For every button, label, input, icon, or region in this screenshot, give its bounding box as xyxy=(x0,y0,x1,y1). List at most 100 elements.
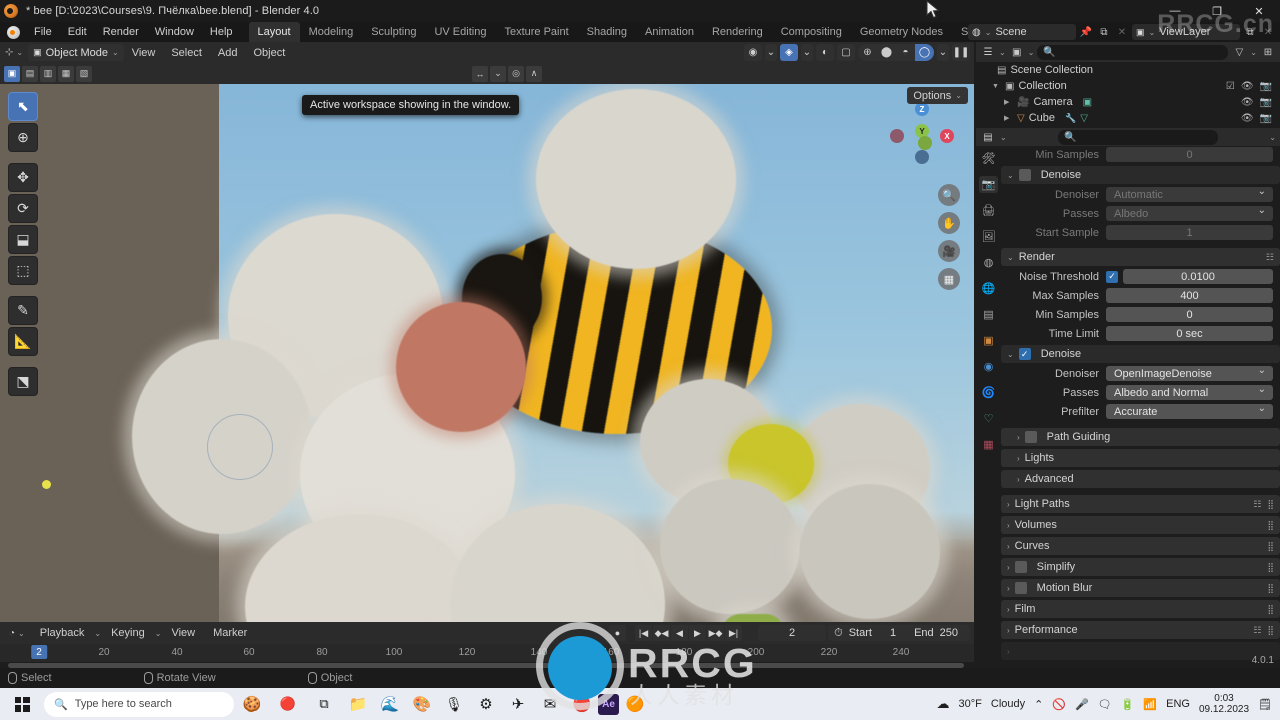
tab-physics-icon[interactable]: 🌀 xyxy=(979,384,998,401)
timeline-ruler[interactable]: 2 20 40 60 80 100 120 140 160 180 200 22… xyxy=(0,644,974,662)
viewport-menu-object[interactable]: Object xyxy=(246,43,294,63)
properties-editor-icon[interactable]: ▤ xyxy=(980,129,996,145)
settings-icon[interactable]: ⚙ xyxy=(470,688,502,720)
drag-dots-icon[interactable]: ⣿ xyxy=(1267,583,1274,594)
navigation-gizmo[interactable]: Z Y X xyxy=(888,102,956,170)
properties-search-input[interactable]: 🔍 xyxy=(1058,129,1218,145)
notification-center-icon[interactable]: 🗒 xyxy=(1258,698,1272,711)
scene-filter-icon[interactable]: ▣ xyxy=(1009,44,1025,60)
snap-magnet-icon[interactable]: ◎ xyxy=(508,65,524,82)
jump-to-end-button[interactable]: ▶| xyxy=(725,625,742,641)
tab-scene-icon[interactable]: ◍ xyxy=(979,254,998,271)
preset-list-icon[interactable]: ☷ xyxy=(1253,499,1261,510)
edge-icon[interactable]: 🌊 xyxy=(374,688,406,720)
zoom-icon[interactable]: 🔍 xyxy=(938,184,960,206)
viewport-menu-select[interactable]: Select xyxy=(163,43,210,63)
timeline-menu-view[interactable]: View xyxy=(163,623,203,643)
menu-edit[interactable]: Edit xyxy=(60,22,95,42)
render-panel-header[interactable]: ⌄ Render ☷ xyxy=(1001,248,1280,266)
drag-dots-icon[interactable]: ⣿ xyxy=(1267,562,1274,573)
min-samples-value[interactable]: 0 xyxy=(1106,147,1273,162)
panel-film[interactable]: › Film ⣿ xyxy=(1001,600,1280,618)
move-tool[interactable]: ✥ xyxy=(8,163,38,192)
preset-list-icon[interactable]: ☷ xyxy=(1266,252,1274,263)
chevron-right-icon[interactable]: › xyxy=(1017,454,1020,463)
select-mode-subtract[interactable]: ▥ xyxy=(40,65,56,82)
panel-advanced[interactable]: › Advanced xyxy=(1001,470,1280,488)
camera-render-icon[interactable]: 📷 xyxy=(1260,113,1272,124)
preset-list-icon[interactable]: ☷ xyxy=(1253,625,1261,636)
tab-view-layer-icon[interactable]: 🖼 xyxy=(979,228,998,245)
menu-help[interactable]: Help xyxy=(202,22,241,42)
filter-icon[interactable]: ▽ xyxy=(1231,44,1247,60)
viewport-render-region-icon[interactable]: ▢ xyxy=(837,44,855,61)
panel-path-guiding[interactable]: › Path Guiding xyxy=(1001,428,1280,446)
chevron-up-icon[interactable]: ⌃ xyxy=(1034,698,1043,711)
gizmo-axis-neg-x[interactable] xyxy=(890,129,904,143)
xray-toggle-icon[interactable]: ◐ xyxy=(816,44,834,61)
shading-rendered-icon[interactable]: ◯ xyxy=(915,44,934,61)
collection-checkbox[interactable]: ☑ xyxy=(1226,81,1235,92)
wifi-icon[interactable]: 📶 xyxy=(1143,698,1157,711)
chevron-down-icon[interactable]: ⌄ xyxy=(1007,253,1014,262)
taskbar-clock[interactable]: 0:03 09.12.2023 xyxy=(1199,693,1249,716)
chevron-right-icon[interactable]: › xyxy=(1007,563,1010,572)
show-gizmo-icon[interactable]: ◉ xyxy=(744,44,762,61)
panel-simplify[interactable]: › Simplify ⣿ xyxy=(1001,558,1280,576)
workspace-tab-animation[interactable]: Animation xyxy=(636,22,703,42)
eye-icon[interactable]: 👁 xyxy=(1241,113,1254,124)
transform-chevron-icon[interactable]: ⌄ xyxy=(490,65,506,82)
prefilter-dropdown[interactable]: Accurate xyxy=(1106,403,1273,419)
panel-volumes[interactable]: › Volumes ⣿ xyxy=(1001,516,1280,534)
panel-performance[interactable]: › Performance ☷ ⣿ xyxy=(1001,621,1280,639)
chevron-right-icon[interactable]: › xyxy=(1007,647,1010,656)
tab-world-icon[interactable]: 🌐 xyxy=(979,280,998,297)
panel-lights[interactable]: › Lights xyxy=(1001,449,1280,467)
path-guiding-checkbox[interactable] xyxy=(1024,431,1037,443)
outliner-row-cube[interactable]: ▶ ▽ Cube 🔧 ▽ 👁 📷 xyxy=(976,110,1280,126)
play-reverse-button[interactable]: ◀ xyxy=(671,625,688,641)
chevron-right-icon[interactable]: › xyxy=(1017,433,1020,442)
outliner-row-collection[interactable]: ▼ ▣ Collection ☑ 👁 📷 xyxy=(976,78,1280,94)
tab-object-icon[interactable]: ▣ xyxy=(979,332,998,349)
gizmo-axis-x[interactable]: X xyxy=(940,129,954,143)
menu-window[interactable]: Window xyxy=(147,22,202,42)
expander-icon[interactable]: ▼ xyxy=(992,83,1001,90)
timeline-menu-playback[interactable]: Playback xyxy=(32,623,93,643)
tab-modifier-icon[interactable]: ◉ xyxy=(979,358,998,375)
gizmo-axis-neg-z[interactable] xyxy=(915,150,929,164)
blender-taskbar-icon[interactable]: 🟠 xyxy=(619,688,651,720)
empty-circle-object[interactable] xyxy=(207,414,273,480)
gizmo-chevron-down-icon[interactable]: ⌄ xyxy=(765,44,777,61)
timeline-menu-keying[interactable]: Keying xyxy=(103,623,153,643)
eye-icon[interactable]: 👁 xyxy=(1241,81,1254,92)
denoiser-dropdown[interactable]: Automatic xyxy=(1106,186,1273,202)
properties-editor[interactable]: ▤ ⌄ 🔍 ⌄ 🛠 📷 🖨 🖼 ◍ 🌐 ▤ ▣ ◉ 🌀 ♡ ▦ Min Samp… xyxy=(976,128,1280,668)
workspace-tab-rendering[interactable]: Rendering xyxy=(703,22,772,42)
viewport-denoise-panel-header[interactable]: ⌄ Denoise xyxy=(1001,166,1280,184)
pan-hand-icon[interactable]: ✋ xyxy=(938,212,960,234)
camera-render-icon[interactable]: 📷 xyxy=(1260,81,1272,92)
tab-material-icon[interactable]: ▦ xyxy=(979,436,998,453)
annotate-tool[interactable]: ✎ xyxy=(8,296,38,325)
gizmo-axis-neg-y[interactable] xyxy=(918,136,932,150)
frame-range-fields[interactable]: ⏱ Start 1 End 250 xyxy=(828,625,970,641)
panel-light-paths[interactable]: › Light Paths ☷ ⣿ xyxy=(1001,495,1280,513)
passes-dropdown[interactable]: Albedo xyxy=(1106,205,1273,221)
task-view-icon[interactable]: ⧉ xyxy=(306,688,342,720)
mail-icon[interactable]: ✉ xyxy=(534,688,566,720)
teams-icon[interactable]: 🗨 xyxy=(1098,698,1112,711)
shading-wireframe-icon[interactable]: ⊕ xyxy=(858,44,877,61)
eye-icon[interactable]: 👁 xyxy=(1241,97,1254,108)
prev-keyframe-button[interactable]: ◆◀ xyxy=(653,625,670,641)
red-ball-icon[interactable]: 🔴 xyxy=(270,688,306,720)
file-explorer-icon[interactable]: 📁 xyxy=(342,688,374,720)
chevron-down-icon[interactable]: ⌄ xyxy=(1007,350,1014,359)
ortho-persp-icon[interactable]: ▦ xyxy=(938,268,960,290)
chevron-right-icon[interactable]: › xyxy=(1007,605,1010,614)
motion-blur-checkbox[interactable] xyxy=(1014,582,1027,594)
scale-tool[interactable]: ⬓ xyxy=(8,225,38,254)
chevron-right-icon[interactable]: › xyxy=(1007,626,1010,635)
after-effects-icon[interactable]: Ae xyxy=(598,693,619,715)
panel-motion-blur[interactable]: › Motion Blur ⣿ xyxy=(1001,579,1280,597)
